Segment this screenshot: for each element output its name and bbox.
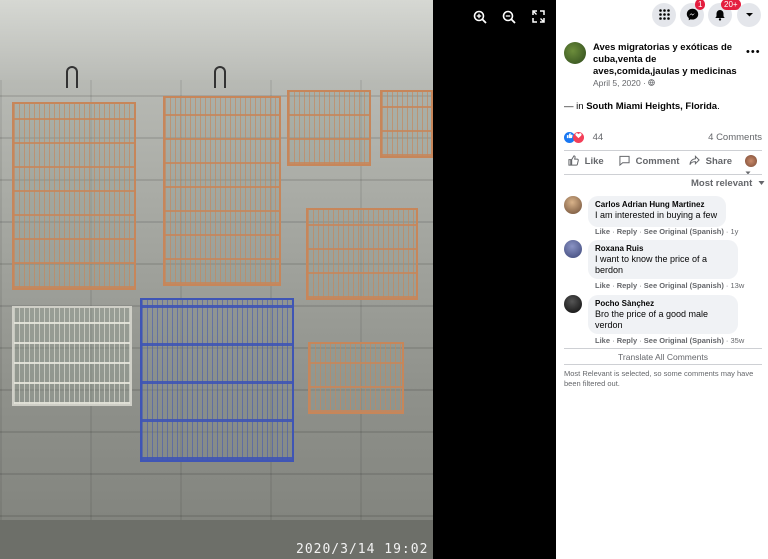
bird-cage xyxy=(287,90,371,166)
commenter-avatar[interactable] xyxy=(564,196,582,214)
comment-actions: Like · Reply · See Original (Spanish) · … xyxy=(595,281,745,290)
bird-cage xyxy=(140,298,294,462)
messenger-badge: 1 xyxy=(695,0,706,10)
location-link[interactable]: South Miami Heights, Florida xyxy=(586,101,717,112)
comment-sort-dropdown[interactable]: Most relevant xyxy=(691,178,765,189)
comment-time[interactable]: 1y xyxy=(731,227,739,236)
commenter-avatar[interactable] xyxy=(564,295,582,313)
photo-timestamp: 2020/3/14 19:02 xyxy=(296,542,429,557)
facebook-photo-viewer: 2020/3/14 19:02 1 20+ Aves migratorias y… xyxy=(0,0,768,559)
post-photo[interactable]: 2020/3/14 19:02 xyxy=(0,0,433,559)
comment-bubble: Carlos Adrian Hung Martinez I am interes… xyxy=(588,196,726,227)
fullscreen-icon[interactable] xyxy=(530,10,546,26)
bird-cage xyxy=(163,96,281,286)
globe-icon xyxy=(648,79,656,86)
see-original-link[interactable]: See Original (Spanish) xyxy=(644,281,724,290)
divider xyxy=(564,348,762,349)
comment-button[interactable]: Comment xyxy=(619,155,679,167)
commenter-avatar[interactable] xyxy=(564,240,582,258)
divider xyxy=(564,174,762,175)
comment-text: Bro the price of a good male verdon xyxy=(595,309,709,330)
post-date[interactable]: April 5, 2020 · xyxy=(593,78,656,88)
notifications-bell-icon[interactable]: 20+ xyxy=(708,0,741,27)
comment-reply-link[interactable]: Reply xyxy=(617,336,637,345)
comment-like-link[interactable]: Like xyxy=(595,227,610,236)
comment-like-link[interactable]: Like xyxy=(595,281,610,290)
comment-text: I want to know the price of a berdon xyxy=(595,254,708,275)
chevron-down-icon xyxy=(758,181,765,185)
account-menu-chevron-down-icon[interactable] xyxy=(737,3,761,27)
comment-reply-link[interactable]: Reply xyxy=(617,281,637,290)
zoom-in-icon[interactable] xyxy=(472,10,488,26)
share-button[interactable]: Share xyxy=(689,155,732,167)
comments-count-link[interactable]: 4 Comments xyxy=(708,132,762,143)
comment-like-link[interactable]: Like xyxy=(595,336,610,345)
divider xyxy=(564,364,762,365)
share-as-selector[interactable] xyxy=(745,155,762,179)
comment-actions: Like · Reply · See Original (Spanish) · … xyxy=(595,336,745,345)
translate-all-comments-link[interactable]: Translate All Comments xyxy=(564,352,762,362)
reaction-count[interactable]: 44 xyxy=(593,132,604,143)
zoom-out-icon[interactable] xyxy=(501,10,517,26)
share-arrow-icon xyxy=(689,155,700,165)
hook-icon xyxy=(214,66,226,88)
comment-time[interactable]: 35w xyxy=(731,336,745,345)
page-name-link[interactable]: Aves migratorias y exóticas de cuba,vent… xyxy=(593,42,743,78)
comment-actions: Like · Reply · See Original (Spanish) · … xyxy=(595,227,739,236)
comment-bubble: Pocho Sànçhez Bro the price of a good ma… xyxy=(588,295,738,334)
love-reaction-icon[interactable] xyxy=(573,132,584,143)
comment-reply-link[interactable]: Reply xyxy=(617,227,637,236)
more-options-icon[interactable]: ••• xyxy=(746,46,761,58)
menu-grid-icon[interactable] xyxy=(652,3,676,27)
messenger-icon[interactable]: 1 xyxy=(680,0,706,27)
reactions-bar: 44 4 Comments xyxy=(564,132,762,144)
user-avatar xyxy=(745,155,757,167)
see-original-link[interactable]: See Original (Spanish) xyxy=(644,336,724,345)
comment-text: I am interested in buying a few xyxy=(595,210,718,220)
comment-bubble-icon xyxy=(619,155,630,167)
post-sidebar: 1 20+ Aves migratorias y exóticas de cub… xyxy=(556,0,768,559)
commenter-name[interactable]: Roxana Ruis xyxy=(595,243,731,254)
hook-icon xyxy=(66,66,78,88)
commenter-name[interactable]: Carlos Adrian Hung Martinez xyxy=(595,199,719,210)
page-avatar[interactable] xyxy=(564,42,586,64)
bird-cage xyxy=(306,208,418,300)
comment-time[interactable]: 13w xyxy=(731,281,745,290)
bird-cage xyxy=(12,306,132,406)
comment-bubble: Roxana Ruis I want to know the price of … xyxy=(588,240,738,279)
photo-viewer: 2020/3/14 19:02 xyxy=(0,0,556,559)
filter-notice: Most Relevant is selected, so some comme… xyxy=(564,369,754,388)
bird-cage xyxy=(12,102,136,290)
chevron-down-icon xyxy=(745,171,751,175)
post-actions: Like Comment Share xyxy=(564,155,762,175)
post-location: — in South Miami Heights, Florida. xyxy=(564,101,720,112)
see-original-link[interactable]: See Original (Spanish) xyxy=(644,227,724,236)
commenter-name[interactable]: Pocho Sànçhez xyxy=(595,298,731,309)
like-button[interactable]: Like xyxy=(568,155,604,167)
top-bar: 1 20+ xyxy=(556,0,768,32)
bird-cage xyxy=(380,90,433,158)
bird-cage xyxy=(308,342,404,414)
thumbs-up-icon xyxy=(568,155,579,166)
divider xyxy=(564,150,762,151)
